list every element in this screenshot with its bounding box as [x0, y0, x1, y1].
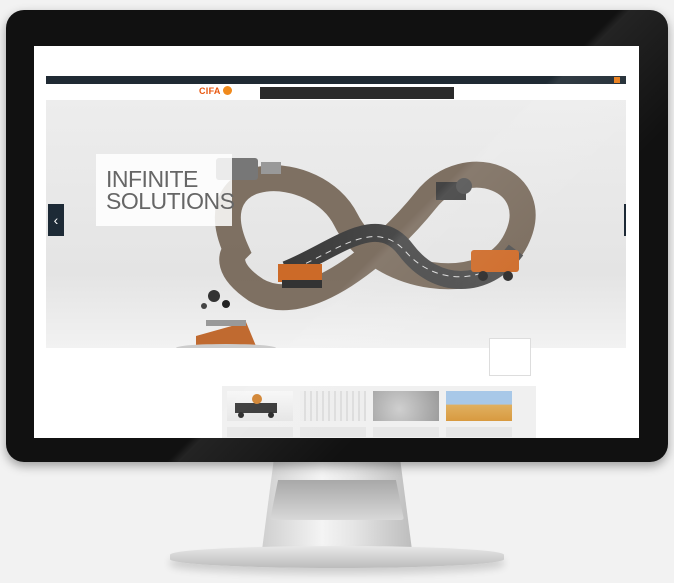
product-tile[interactable]	[446, 391, 512, 438]
social-icon[interactable]	[614, 77, 620, 83]
monitor-bezel: CIFA ‹ INFINITE SOLUTIONS	[6, 10, 668, 462]
site-logo[interactable]: CIFA	[199, 86, 232, 96]
slider-next-button[interactable]: ›	[624, 204, 626, 236]
product-tile[interactable]	[373, 391, 439, 438]
product-tile-label	[446, 427, 512, 437]
product-tile[interactable]	[300, 391, 366, 438]
slider-prev-button[interactable]: ‹	[48, 204, 64, 236]
logo-text: CIFA	[199, 86, 221, 96]
main-nav	[260, 87, 454, 99]
product-tile-image	[373, 391, 439, 421]
product-tile-label	[300, 427, 366, 437]
utility-bar	[46, 76, 626, 84]
product-tile-image	[227, 391, 293, 421]
monitor-screen: CIFA ‹ INFINITE SOLUTIONS	[34, 46, 639, 438]
product-tile-image	[446, 391, 512, 421]
logo-mark-icon	[222, 86, 232, 95]
product-tile[interactable]	[227, 391, 293, 438]
product-tile-label	[227, 427, 293, 437]
hero-title-line2: SOLUTIONS	[106, 188, 235, 214]
chevron-left-icon: ‹	[53, 212, 59, 228]
side-ad-box[interactable]	[489, 338, 531, 376]
monitor-stand-cutout	[270, 480, 404, 520]
monitor-stand-base	[170, 546, 504, 568]
product-tile-label	[373, 427, 439, 437]
product-tile-image	[300, 391, 366, 421]
